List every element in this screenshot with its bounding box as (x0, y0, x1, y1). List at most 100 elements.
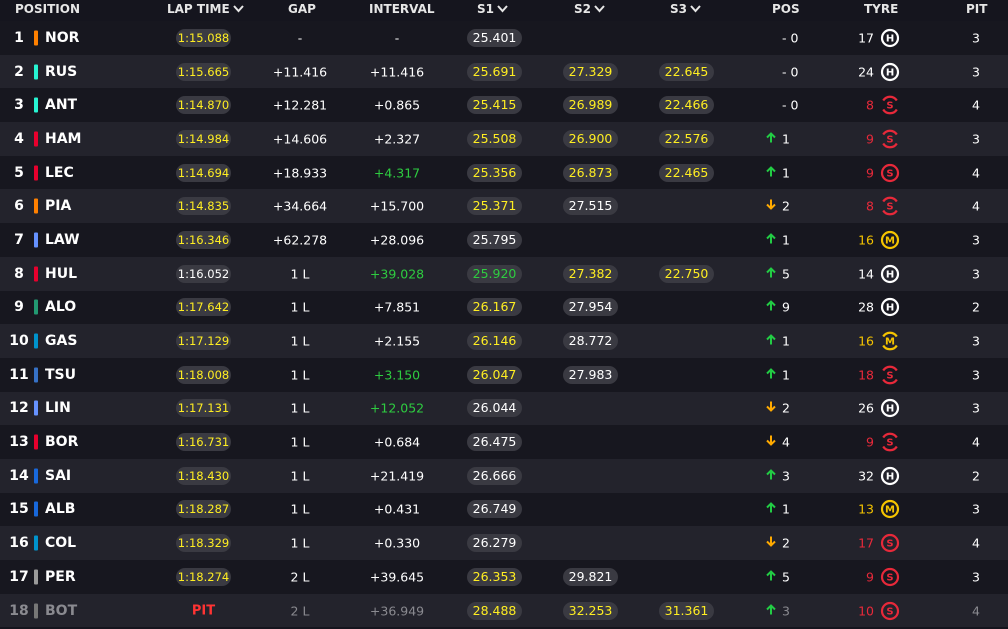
interval-value: +0.330 (373, 535, 421, 551)
hard-tyre-icon: H (880, 264, 900, 284)
svg-text:S: S (886, 438, 893, 449)
driver-code[interactable]: SAI (45, 468, 71, 484)
soft-tyre-icon: S (880, 365, 900, 385)
soft-tyre-icon: S (880, 601, 900, 621)
table-row[interactable]: 18 BOT PIT 2 L +36.949 28.488 32.253 31.36… (0, 593, 1008, 628)
header-pit[interactable]: PIT (966, 2, 987, 16)
sector-s1: 26.044 (467, 399, 522, 418)
gap-value: 1 L (290, 400, 310, 416)
position-change-value: 1 (782, 165, 790, 181)
driver-code[interactable]: HAM (45, 131, 81, 147)
gap-value: 1 L (290, 367, 310, 383)
table-row[interactable]: 3 ANT 1:14.870 +12.281 +0.865 25.415 26.9… (0, 88, 1008, 123)
table-row[interactable]: 12 LIN 1:17.131 1 L +12.052 26.044 2 26 … (0, 391, 1008, 426)
lap-time: 1:15.665 (176, 62, 231, 81)
header-position[interactable]: POSITION (15, 2, 80, 16)
table-row[interactable]: 1 NOR 1:15.088 - - 25.401 - 0 17 H 3 (0, 21, 1008, 55)
svg-text:S: S (886, 101, 893, 112)
table-row[interactable]: 14 SAI 1:18.430 1 L +21.419 26.666 3 32 … (0, 458, 1008, 493)
sector-s1: 25.508 (467, 129, 522, 148)
table-row[interactable]: 11 TSU 1:18.008 1 L +3.150 26.047 27.983 … (0, 357, 1008, 392)
header-interval[interactable]: INTERVAL (369, 2, 435, 16)
table-row[interactable]: 15 ALB 1:18.287 1 L +0.431 26.749 1 13 M… (0, 492, 1008, 527)
gap-value: 1 L (290, 333, 310, 349)
header-s3[interactable]: S3 (670, 2, 701, 16)
medium-tyre-icon: M (880, 331, 900, 351)
table-row[interactable]: 8 HUL 1:16.052 1 L +39.028 25.920 27.382 2… (0, 256, 1008, 291)
team-color-bar (34, 367, 38, 383)
table-row[interactable]: 7 LAW 1:16.346 +62.278 +28.096 25.795 1 … (0, 223, 1008, 257)
interval-value: +36.949 (369, 603, 425, 619)
sector-s2: 29.821 (563, 567, 618, 586)
table-row[interactable]: 2 RUS 1:15.665 +11.416 +11.416 25.691 27.… (0, 54, 1008, 89)
driver-code[interactable]: COL (45, 535, 76, 551)
header-tyre[interactable]: TYRE (864, 2, 898, 16)
svg-text:H: H (886, 33, 894, 44)
position-change: 1 (764, 502, 804, 517)
svg-text:S: S (886, 606, 893, 617)
sector-s1: 28.488 (467, 601, 522, 620)
position-number: 18 (9, 602, 29, 619)
driver-code[interactable]: ALO (45, 299, 76, 315)
position-change-value: 1 (782, 232, 790, 248)
driver-code[interactable]: LIN (45, 400, 71, 416)
arrow-up-icon (764, 165, 778, 180)
sector-s3: 22.645 (659, 62, 714, 81)
lap-time: 1:18.329 (176, 534, 231, 553)
position-number: 5 (14, 164, 24, 181)
position-change: 5 (764, 569, 804, 584)
tyre-laps: 32 (858, 468, 874, 484)
table-row[interactable]: 4 HAM 1:14.984 +14.606 +2.327 25.508 26.9… (0, 122, 1008, 156)
table-row[interactable]: 9 ALO 1:17.642 1 L +7.851 26.167 27.954 9… (0, 290, 1008, 325)
pit-stops: 2 (972, 299, 980, 315)
pit-stops: 4 (972, 97, 980, 113)
driver-code[interactable]: RUS (45, 64, 77, 80)
arrow-down-icon (764, 401, 778, 416)
driver-code[interactable]: BOR (45, 434, 78, 450)
lap-time: 1:14.984 (176, 129, 231, 148)
sector-s1: 26.353 (467, 567, 522, 586)
driver-code[interactable]: HUL (45, 266, 77, 282)
driver-code[interactable]: PIA (45, 198, 71, 214)
driver-code[interactable]: LEC (45, 165, 74, 181)
arrow-up-icon (764, 232, 778, 247)
table-row[interactable]: 16 COL 1:18.329 1 L +0.330 26.279 2 17 S… (0, 526, 1008, 560)
table-row[interactable]: 5 LEC 1:14.694 +18.933 +4.317 25.356 26.8… (0, 155, 1008, 190)
position-change: 1 (764, 367, 804, 382)
lap-time: 1:18.008 (176, 365, 231, 384)
driver-code[interactable]: GAS (45, 333, 77, 349)
sector-s1: 25.401 (467, 28, 522, 47)
position-change: 2 (764, 536, 804, 551)
position-number: 10 (9, 333, 29, 350)
driver-code[interactable]: ALB (45, 501, 75, 517)
pit-stops: 4 (972, 535, 980, 551)
header-gap[interactable]: GAP (288, 2, 316, 16)
position-number: 15 (9, 501, 29, 518)
header-s2[interactable]: S2 (574, 2, 605, 16)
driver-code[interactable]: TSU (45, 367, 76, 383)
header-s1[interactable]: S1 (477, 2, 508, 16)
position-number: 6 (14, 198, 24, 215)
team-color-bar (34, 501, 38, 517)
driver-code[interactable]: PER (45, 569, 76, 585)
tyre-laps: 8 (866, 198, 874, 214)
table-row[interactable]: 17 PER 1:18.274 2 L +39.645 26.353 29.821… (0, 560, 1008, 594)
tyre-laps: 9 (866, 131, 874, 147)
soft-tyre-icon: S (880, 129, 900, 149)
svg-text:M: M (885, 337, 895, 348)
header-pos[interactable]: POS (772, 2, 800, 16)
header-s3-label: S3 (670, 2, 687, 16)
driver-code[interactable]: LAW (45, 232, 80, 248)
sector-s3: 22.465 (659, 163, 714, 182)
table-row[interactable]: 13 BOR 1:16.731 1 L +0.684 26.475 4 9 S … (0, 425, 1008, 459)
table-row[interactable]: 10 GAS 1:17.129 1 L +2.155 26.146 28.772 … (0, 324, 1008, 358)
position-change-value: 5 (782, 569, 790, 585)
sector-s2: 28.772 (563, 332, 618, 351)
driver-rows: 1 NOR 1:15.088 - - 25.401 - 0 17 H 3 2 R… (0, 21, 1008, 628)
driver-code[interactable]: BOT (45, 603, 77, 619)
header-lap-time[interactable]: LAP TIME (167, 2, 244, 16)
soft-tyre-icon: S (880, 432, 900, 452)
driver-code[interactable]: NOR (45, 30, 79, 46)
driver-code[interactable]: ANT (45, 97, 77, 113)
table-row[interactable]: 6 PIA 1:14.835 +34.664 +15.700 25.371 27.… (0, 189, 1008, 224)
